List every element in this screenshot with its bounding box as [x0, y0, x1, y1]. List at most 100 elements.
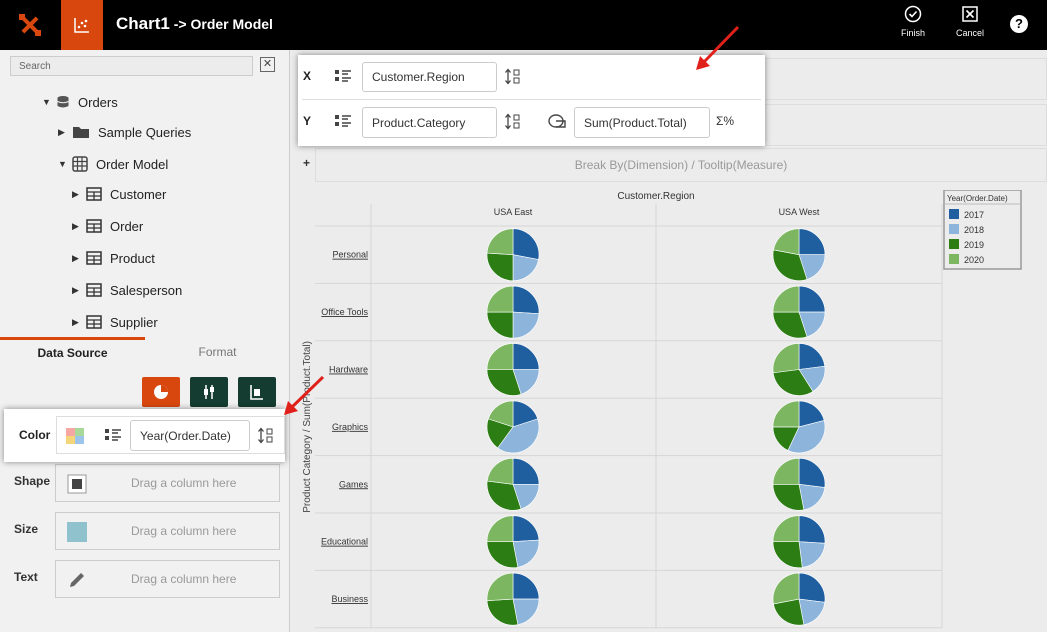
row-label: Educational — [321, 537, 368, 547]
tree-item-product[interactable]: ▶ Product — [72, 249, 155, 267]
pie-slice — [512, 457, 540, 485]
tree-label: Customer — [110, 186, 167, 202]
color-drop-zone[interactable]: Year(Order.Date) — [56, 416, 285, 454]
tree-item-orders[interactable]: ▼ Orders — [42, 93, 118, 111]
row-label: Office Tools — [321, 307, 368, 317]
tree-item-order-model[interactable]: ▼ Order Model — [58, 155, 168, 173]
sort-icon[interactable] — [504, 113, 522, 131]
row-label: Hardware — [329, 365, 368, 375]
tree-label: Order Model — [96, 156, 169, 172]
pie-slice — [772, 541, 803, 568]
add-break-by-icon[interactable]: + — [303, 156, 310, 170]
pie-slice — [798, 515, 826, 544]
candlestick-chart-type-button[interactable] — [190, 377, 228, 407]
pie-slice — [512, 228, 540, 260]
caret-right-icon: ▶ — [72, 188, 79, 199]
size-placeholder: Drag a column here — [131, 524, 237, 538]
left-panel: Search ✕ ▼ Orders ▶ Sample Queries ▼ Ord… — [0, 50, 290, 632]
aggregate-percent-icon[interactable]: Σ% — [716, 114, 734, 128]
finish-label: Finish — [900, 28, 925, 38]
y-measure-pill[interactable]: Sum(Product.Total) — [574, 107, 710, 138]
pie-slice — [486, 598, 519, 626]
size-icon — [66, 521, 88, 548]
tree-item-salesperson[interactable]: ▶ Salesperson — [72, 281, 182, 299]
dimension-list-icon[interactable] — [104, 427, 122, 448]
pie-slice — [512, 285, 540, 315]
caret-right-icon: ▶ — [72, 316, 79, 327]
folder-icon — [72, 125, 90, 139]
pie-slice — [772, 572, 800, 605]
pie-chart-type-button[interactable] — [142, 377, 180, 407]
chart-editor-tab[interactable] — [61, 0, 103, 50]
text-drop-zone[interactable]: Drag a column here — [55, 560, 280, 598]
caret-down-icon: ▼ — [42, 97, 51, 107]
close-box-icon — [962, 6, 978, 22]
tree-label: Salesperson — [110, 282, 183, 298]
legend-swatch — [949, 209, 959, 219]
pie-slice — [798, 343, 826, 370]
sort-icon[interactable] — [257, 427, 275, 450]
row-label: Games — [339, 479, 369, 489]
table-icon — [86, 251, 102, 265]
legend-swatch — [949, 224, 959, 234]
panel-tabs: Data Source Format — [0, 337, 290, 367]
y-label: Y — [303, 114, 312, 128]
tab-format[interactable]: Format — [145, 337, 290, 367]
pie-slice — [772, 285, 800, 313]
legend-entry: 2018 — [964, 225, 984, 235]
grid-model-icon — [72, 156, 88, 172]
size-label: Size — [14, 522, 39, 536]
caret-right-icon: ▶ — [58, 126, 65, 137]
tree-item-customer[interactable]: ▶ Customer — [72, 185, 166, 203]
pie-slice — [798, 541, 826, 568]
row-label: Personal — [332, 250, 368, 260]
x-field-pill[interactable]: Customer.Region — [362, 62, 497, 92]
y-dimension-pill[interactable]: Product.Category — [362, 107, 497, 138]
legend-title: Year(Order.Date) — [947, 194, 1008, 203]
app-logo-icon[interactable] — [0, 0, 60, 50]
pie-slice — [798, 285, 826, 313]
tab-data-source[interactable]: Data Source — [0, 337, 145, 367]
clear-search-icon[interactable]: ✕ — [260, 57, 275, 72]
finish-button[interactable]: Finish — [893, 5, 933, 45]
tree-label: Product — [110, 250, 155, 266]
cancel-label: Cancel — [955, 28, 984, 38]
scatter-chart-icon — [74, 18, 89, 33]
pie-chart-grid: Customer.Region Product Category / Sum(Pr… — [302, 190, 1022, 629]
dimension-list-icon[interactable] — [334, 68, 352, 84]
box-plot-chart-type-button[interactable] — [238, 377, 276, 407]
size-drop-zone[interactable]: Drag a column here — [55, 512, 280, 550]
shape-icon — [66, 473, 88, 500]
pie-slice — [486, 252, 514, 282]
color-field-callout: Color Year(Order.Date) — [4, 409, 285, 462]
color-label: Color — [19, 428, 51, 442]
xy-shelf-callout: X Customer.Region Y Product.Category Sum… — [298, 55, 765, 146]
dimension-list-icon[interactable] — [334, 113, 352, 129]
break-by-drop-zone[interactable]: Break By(Dimension) / Tooltip(Measure) — [315, 148, 1047, 182]
shape-label: Shape — [14, 474, 51, 488]
shape-drop-zone[interactable]: Drag a column here — [55, 464, 280, 502]
legend-entry: 2017 — [964, 210, 984, 220]
x-axis-title: Customer.Region — [617, 191, 694, 202]
tree-item-sample-queries[interactable]: ▶ Sample Queries — [58, 123, 191, 141]
shape-placeholder: Drag a column here — [131, 476, 237, 490]
pie-slice — [486, 541, 519, 568]
tree-item-order[interactable]: ▶ Order — [72, 217, 143, 235]
search-input[interactable]: Search — [10, 56, 253, 76]
text-label: Text — [14, 570, 38, 584]
sort-icon[interactable] — [504, 68, 522, 86]
table-icon — [86, 283, 102, 297]
color-palette-icon — [66, 428, 84, 449]
table-icon — [86, 219, 102, 233]
pie-slice — [512, 515, 540, 543]
row-label: Graphics — [332, 422, 369, 432]
pie-slice — [486, 228, 514, 256]
legend-entry: 2019 — [964, 240, 984, 250]
help-icon[interactable]: ? — [1010, 15, 1028, 33]
pie-slice — [486, 285, 514, 313]
tree-item-supplier[interactable]: ▶ Supplier — [72, 313, 158, 331]
cancel-button[interactable]: Cancel — [950, 5, 990, 45]
tree-label: Supplier — [110, 314, 158, 330]
color-field-pill[interactable]: Year(Order.Date) — [130, 420, 250, 451]
measure-ruler-icon[interactable] — [548, 113, 566, 129]
